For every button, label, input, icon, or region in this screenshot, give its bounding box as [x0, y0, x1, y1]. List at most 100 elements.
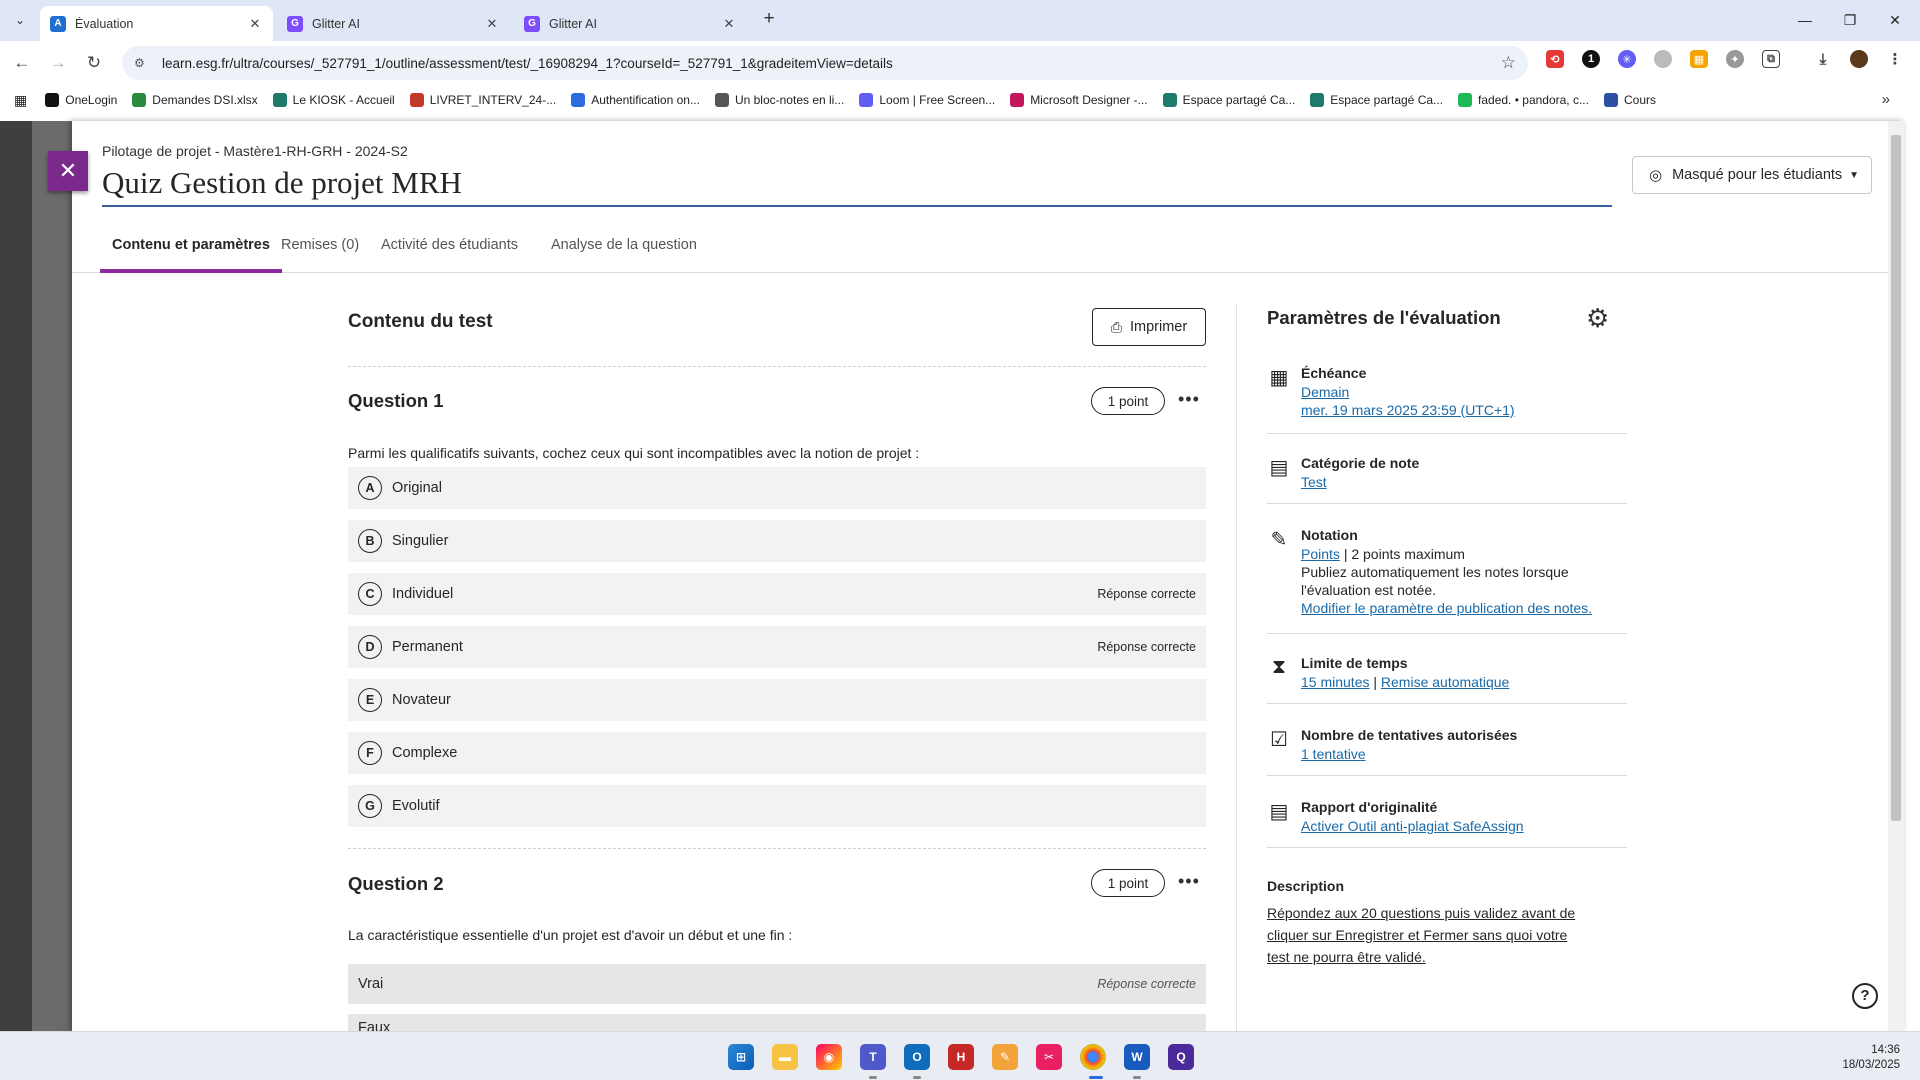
bookmark-item[interactable]: Cours [1603, 93, 1656, 107]
extension-icon[interactable]: ✦ [1726, 50, 1744, 68]
browser-tab-evaluation[interactable]: A Évaluation ✕ [40, 6, 273, 41]
minimize-icon[interactable]: — [1790, 8, 1820, 32]
extension-icon[interactable]: 1 [1582, 50, 1600, 68]
tab-close-icon[interactable]: ✕ [721, 16, 737, 32]
bookmark-favicon-icon [859, 93, 874, 107]
due-date-link[interactable]: mer. 19 mars 2025 23:59 (UTC+1) [1301, 402, 1515, 418]
tab-question-analysis[interactable]: Analyse de la question [551, 227, 697, 273]
close-panel-button[interactable]: ✕ [48, 151, 88, 191]
question-1-more-icon[interactable]: ••• [1178, 389, 1200, 410]
page-title[interactable]: Quiz Gestion de projet MRH [102, 165, 1612, 207]
bookmark-item[interactable]: Espace partagé Ca... [1310, 93, 1443, 107]
running-indicator [869, 1076, 877, 1079]
question-1-title: Question 1 [348, 390, 444, 411]
bookmark-favicon-icon [1458, 93, 1473, 107]
word-icon[interactable]: W [1124, 1044, 1150, 1070]
answer-option[interactable]: G Evolutif [348, 785, 1206, 827]
tab-close-icon[interactable]: ✕ [484, 16, 500, 32]
h-app-icon[interactable]: H [948, 1044, 974, 1070]
apps-grid-icon[interactable]: ▦ [14, 92, 27, 109]
site-info-icon[interactable]: ⚙ [134, 56, 150, 70]
tab-submissions[interactable]: Remises (0) [281, 227, 359, 273]
bookmark-item[interactable]: OneLogin [45, 93, 117, 107]
answer-option[interactable]: F Complexe [348, 732, 1206, 774]
bookmark-item[interactable]: LIVRET_INTERV_24-... [409, 93, 556, 107]
extension-icon[interactable]: ▦ [1690, 50, 1708, 68]
answer-option[interactable]: Faux [348, 1014, 1206, 1031]
question-2-points[interactable]: 1 point [1091, 869, 1165, 897]
scrollbar-thumb[interactable] [1891, 135, 1901, 821]
tab-student-activity[interactable]: Activité des étudiants [381, 227, 518, 273]
time-limit-link[interactable]: 15 minutes [1301, 674, 1369, 690]
extension-icon[interactable] [1654, 50, 1672, 68]
bookmark-favicon-icon [132, 93, 147, 107]
due-relative-link[interactable]: Demain [1301, 384, 1349, 400]
bookmarks-overflow-icon[interactable]: » [1882, 91, 1890, 108]
bookmark-item[interactable]: Demandes DSI.xlsx [132, 93, 258, 107]
print-button[interactable]: ⎙ Imprimer [1092, 308, 1206, 346]
running-indicator [1133, 1076, 1141, 1079]
browser-menu-icon[interactable]: ⋮ [1886, 50, 1904, 68]
visibility-dropdown[interactable]: ◎ Masqué pour les étudiants ▼ [1632, 156, 1872, 194]
chevron-down-icon: ▼ [1849, 169, 1859, 181]
bookmark-item[interactable]: faded. • pandora, c... [1458, 93, 1589, 107]
photos-app-icon[interactable]: ◉ [816, 1044, 842, 1070]
new-tab-button[interactable]: + [757, 8, 781, 32]
address-bar[interactable]: ⚙ learn.esg.fr/ultra/courses/_527791_1/o… [122, 46, 1528, 80]
windows-start-icon[interactable]: ⊞ [728, 1044, 754, 1070]
download-icon[interactable]: ⤓ [1814, 50, 1832, 68]
file-explorer-icon[interactable]: ▬ [772, 1044, 798, 1070]
reload-icon[interactable]: ↻ [82, 51, 106, 75]
answer-option[interactable]: B Singulier [348, 520, 1206, 562]
question-2-more-icon[interactable]: ••• [1178, 871, 1200, 892]
snipping-tool-icon[interactable]: ✂ [1036, 1044, 1062, 1070]
grading-points-link[interactable]: Points [1301, 546, 1340, 562]
bookmark-item[interactable]: Un bloc-notes en li... [714, 93, 844, 107]
scrollbar[interactable] [1888, 121, 1904, 1031]
browser-tab-glitter-1[interactable]: G Glitter AI ✕ [277, 6, 510, 41]
answer-letter: B [358, 529, 382, 553]
profile-avatar[interactable] [1850, 50, 1868, 68]
answer-option[interactable]: A Original [348, 467, 1206, 509]
bookmark-star-icon[interactable]: ☆ [1501, 53, 1516, 73]
tab-close-icon[interactable]: ✕ [247, 16, 263, 32]
window-close-icon[interactable]: ✕ [1880, 8, 1910, 32]
loom-extension-icon[interactable]: ✳ [1618, 50, 1636, 68]
tab-search-icon[interactable]: ⌄ [8, 8, 32, 32]
help-icon[interactable]: ? [1852, 983, 1878, 1009]
grading-publish-link[interactable]: Modifier le paramètre de publication des… [1301, 600, 1592, 616]
restore-icon[interactable]: ❐ [1835, 8, 1865, 32]
report-check-icon: ▤ [1269, 800, 1289, 823]
bookmark-favicon-icon [1310, 93, 1325, 107]
gear-icon[interactable]: ⚙ [1586, 303, 1609, 334]
forward-icon[interactable]: → [46, 51, 70, 75]
q-app-icon[interactable]: Q [1168, 1044, 1194, 1070]
safeassign-link[interactable]: Activer Outil anti-plagiat SafeAssign [1301, 818, 1524, 834]
system-clock[interactable]: 14:36 18/03/2025 [1842, 1043, 1900, 1073]
question-1-points[interactable]: 1 point [1091, 387, 1165, 415]
answer-option[interactable]: D Permanent Réponse correcte [348, 626, 1206, 668]
teams-icon[interactable]: T [860, 1044, 886, 1070]
chrome-icon[interactable] [1080, 1044, 1106, 1070]
answer-option[interactable]: E Novateur [348, 679, 1206, 721]
extension-icon[interactable]: ⟲ [1546, 50, 1564, 68]
outlook-icon[interactable]: O [904, 1044, 930, 1070]
answer-option[interactable]: Vrai Réponse correcte [348, 964, 1206, 1004]
bookmark-item[interactable]: Espace partagé Ca... [1162, 93, 1295, 107]
bookmark-item[interactable]: Microsoft Designer -... [1010, 93, 1148, 107]
attempts-link[interactable]: 1 tentative [1301, 746, 1366, 762]
back-icon[interactable]: ← [10, 51, 34, 75]
paint-app-icon[interactable]: ✎ [992, 1044, 1018, 1070]
description-text[interactable]: Répondez aux 20 questions puis validez a… [1267, 902, 1577, 968]
bookmark-label: OneLogin [65, 93, 118, 107]
tab-content-settings[interactable]: Contenu et paramètres [100, 227, 282, 273]
auto-submit-link[interactable]: Remise automatique [1381, 674, 1509, 690]
bookmark-item[interactable]: Loom | Free Screen... [859, 93, 995, 107]
answer-label: Novateur [392, 692, 451, 708]
grade-category-link[interactable]: Test [1301, 474, 1327, 490]
answer-option[interactable]: C Individuel Réponse correcte [348, 573, 1206, 615]
bookmark-item[interactable]: Authentification on... [571, 93, 700, 107]
bookmark-item[interactable]: Le KIOSK - Accueil [272, 93, 395, 107]
browser-tab-glitter-2[interactable]: G Glitter AI ✕ [514, 6, 747, 41]
extensions-puzzle-icon[interactable]: ⧉ [1762, 50, 1780, 68]
